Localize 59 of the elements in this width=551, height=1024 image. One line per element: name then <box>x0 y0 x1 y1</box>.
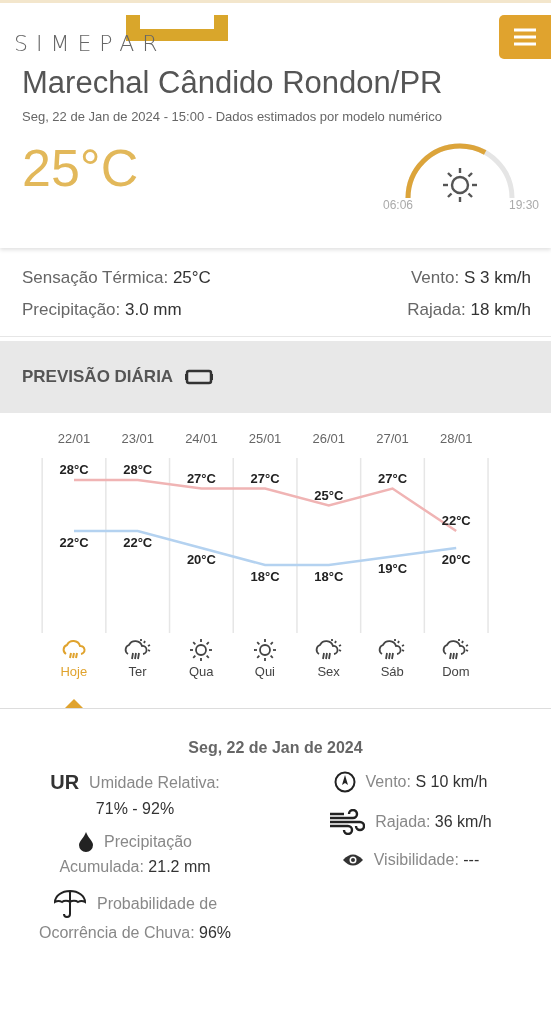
section-title: PREVISÃO DIÁRIA <box>22 367 174 387</box>
sunset-time: 19:30 <box>508 198 539 212</box>
humidity-abbreviation: UR <box>50 771 80 794</box>
min-temp-label: 20°C <box>186 552 216 568</box>
selection-pointer-icon <box>64 699 83 708</box>
eye-icon <box>341 853 364 867</box>
condition-text: Precipitação: 3.0 mm <box>22 300 183 320</box>
date-label: 22/01 <box>57 431 91 446</box>
max-temp-label: 27°C <box>186 470 216 486</box>
day-tab[interactable]: Qui <box>233 638 297 708</box>
detail-text: Acumulada: 21.2 mm <box>59 858 211 876</box>
logo-text: SIMEPAR <box>14 31 166 56</box>
current-temperature: 25°C <box>22 138 139 198</box>
menu-icon <box>514 28 536 46</box>
detail-text: 71% - 92% <box>95 800 175 818</box>
date-label: 25/01 <box>248 431 282 446</box>
detail-title: Umidade Relativa: <box>89 773 220 792</box>
compass-icon <box>333 771 356 793</box>
date-subtitle: Seg, 22 de Jan de 2024 - 15:00 - Dados estimados por modelo numérico <box>22 109 443 124</box>
detail-text: Ocorrência de Chuva: 96% <box>38 924 232 942</box>
day-tab[interactable]: Qua <box>169 638 234 708</box>
day-tab[interactable]: Sex <box>296 638 361 708</box>
date-label: 26/01 <box>312 431 346 446</box>
detail-text: Rajada: 36 km/h <box>375 813 492 831</box>
max-temp-label: 25°C <box>314 487 344 503</box>
max-temp-label: 28°C <box>59 462 89 478</box>
detail-text: Visibilidade: --- <box>373 851 480 869</box>
sunrise-time: 06:06 <box>383 198 414 212</box>
phone-landscape-icon <box>185 369 214 385</box>
min-temp-label: 18°C <box>314 569 344 585</box>
umbrella-icon <box>52 890 87 918</box>
detail-title: Precipitação <box>103 833 192 851</box>
max-temp-label: 28°C <box>123 462 153 478</box>
city-title: Marechal Cândido Rondon/PR <box>22 65 444 101</box>
date-label: 23/01 <box>121 431 154 446</box>
max-temp-label: 22°C <box>441 513 471 529</box>
menu-button[interactable] <box>499 15 551 59</box>
condition-text: Sensação Térmica: 25°C <box>22 268 212 288</box>
min-temp-label: 22°C <box>59 535 89 551</box>
details-date: Seg, 22 de Jan de 2024 <box>187 739 364 757</box>
max-temp-label: 27°C <box>378 470 407 486</box>
day-tab[interactable]: Sáb <box>360 638 425 708</box>
min-temp-label: 19°C <box>378 560 407 576</box>
detail-text: Vento: S 10 km/h <box>365 773 488 791</box>
drop-icon <box>77 832 94 852</box>
min-temp-label: 20°C <box>441 552 471 568</box>
day-tab[interactable]: Ter <box>105 638 170 708</box>
detail-title: Probabilidade de <box>96 895 218 913</box>
date-label: 28/01 <box>439 431 473 446</box>
date-label: 27/01 <box>376 431 409 446</box>
date-label: 24/01 <box>185 431 218 446</box>
day-tab[interactable]: Dom <box>424 638 488 708</box>
condition-text: Rajada: 18 km/h <box>406 300 531 320</box>
wind-icon <box>329 809 366 835</box>
min-temp-label: 22°C <box>123 535 153 551</box>
max-temp-label: 27°C <box>250 470 280 486</box>
condition-text: Vento: S 3 km/h <box>409 268 531 288</box>
sun-icon <box>441 166 479 204</box>
min-temp-label: 18°C <box>250 569 280 585</box>
